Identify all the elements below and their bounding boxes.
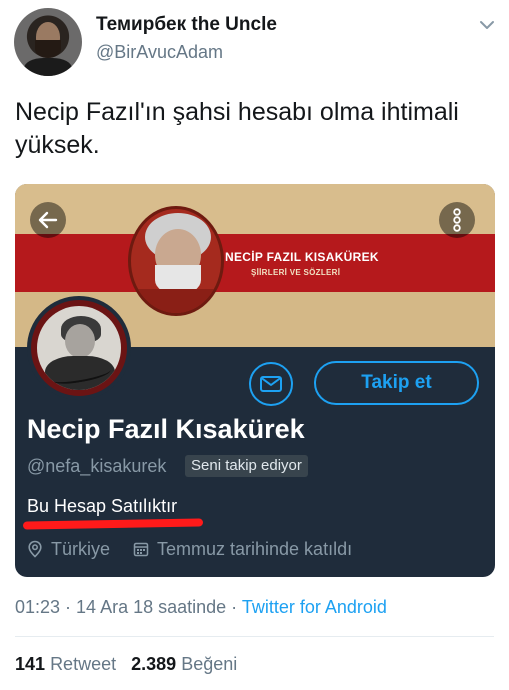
red-underline-mark <box>22 518 204 530</box>
profile-screenshot-image[interactable]: NECİP FAZIL KISAKÜREK ŞİİRLERİ VE SÖZLER… <box>15 184 495 577</box>
like-count: 2.389 <box>131 654 177 674</box>
tweet-text: Necip Fazıl'ın şahsi hesabı olma ihtimal… <box>15 98 459 159</box>
profile-handle: @nefa_kisakurek <box>27 456 167 476</box>
banner-portrait <box>128 206 224 316</box>
author-handle[interactable]: @BirAvucAdam <box>96 42 223 63</box>
tweet-source-link[interactable]: Twitter for Android <box>242 597 387 617</box>
tweet-metadata: 01:23 · 14 Ara 18 saatinde · Twitter for… <box>15 597 387 618</box>
author-avatar[interactable] <box>14 8 82 76</box>
banner-subtitle: ŞİİRLERİ VE SÖZLERİ <box>251 268 341 277</box>
like-label: Beğeni <box>181 654 238 674</box>
more-vertical-icon <box>453 208 461 232</box>
tweet-time[interactable]: 01:23 <box>15 597 60 617</box>
meta-separator: · <box>226 597 242 617</box>
banner-title: NECİP FAZIL KISAKÜREK <box>225 250 379 264</box>
caret-down-icon[interactable] <box>478 16 496 34</box>
retweet-count: 141 <box>15 654 46 674</box>
back-arrow-icon <box>38 211 58 229</box>
calendar-icon <box>133 542 149 557</box>
location-pin-icon <box>28 540 42 558</box>
mail-icon <box>260 376 282 392</box>
profile-bio: Bu Hesap Satılıktır <box>27 496 178 516</box>
meta-separator: · <box>60 597 77 617</box>
profile-name: Necip Fazıl Kısakürek <box>27 414 305 444</box>
profile-joined-date: Temmuz tarihinde katıldı <box>157 539 353 559</box>
tweet-date[interactable]: 14 Ara 18 saatinde <box>76 597 226 617</box>
more-options-button[interactable] <box>439 202 475 238</box>
author-name[interactable]: Темирбек the Uncle <box>96 14 277 36</box>
back-button[interactable] <box>30 202 66 238</box>
follow-button[interactable]: Takip et <box>314 361 479 405</box>
follows-you-badge: Seni takip ediyor <box>185 455 308 477</box>
profile-avatar[interactable] <box>27 296 131 400</box>
like-stat[interactable]: 2.389 Beğeni <box>131 654 237 674</box>
retweet-stat[interactable]: 141 Retweet <box>15 654 116 674</box>
profile-location: Türkiye <box>51 539 111 559</box>
retweet-label: Retweet <box>50 654 117 674</box>
tweet-header: Темирбек the Uncle @BirAvucAdam <box>0 0 509 80</box>
tweet-stats: 141 Retweet 2.389 Beğeni <box>15 654 237 675</box>
message-button[interactable] <box>249 362 293 406</box>
divider <box>15 636 494 637</box>
